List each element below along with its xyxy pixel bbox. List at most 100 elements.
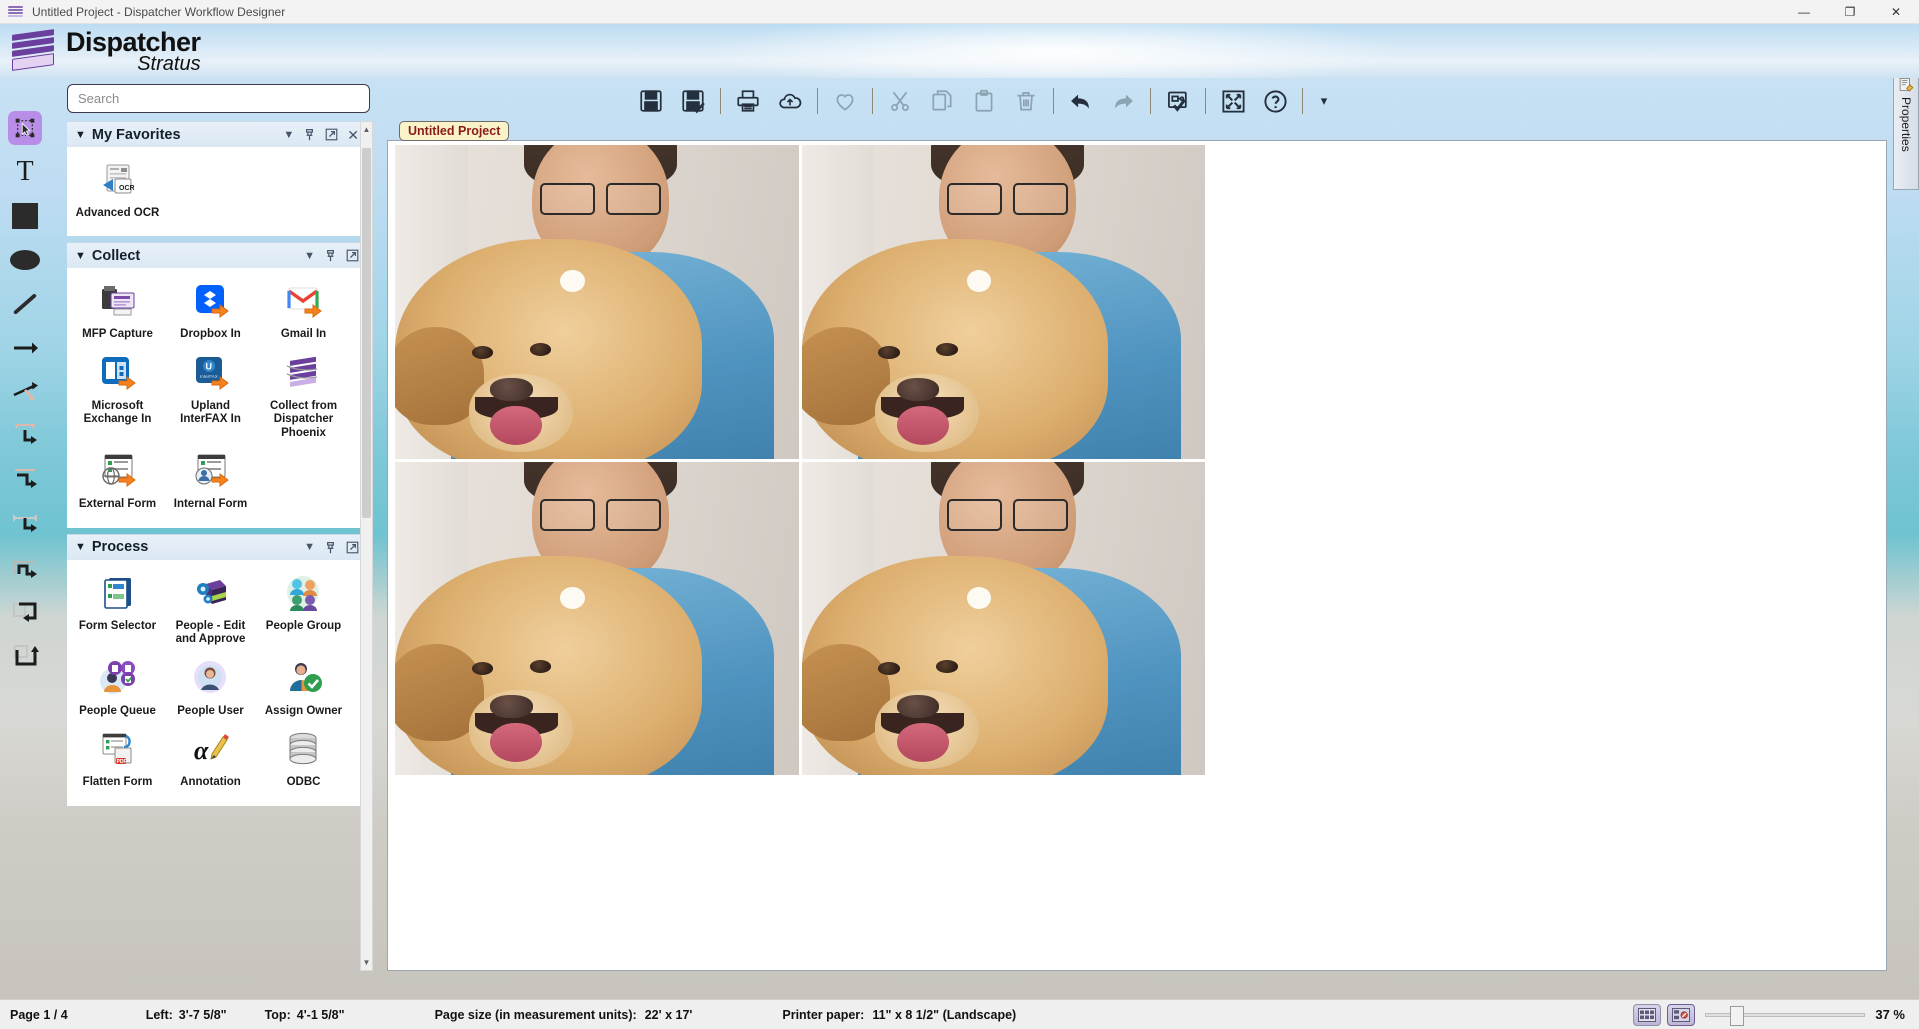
loop-connector-1-tool[interactable] <box>4 590 46 634</box>
pin-icon[interactable] <box>324 249 337 262</box>
palette-item[interactable]: Assign Owner <box>257 653 350 724</box>
palette-group-header[interactable]: ▼ Collect ▼ <box>67 242 367 269</box>
palette-item-icon-wrap <box>97 450 139 492</box>
palette-item[interactable]: Internal Form <box>164 446 257 517</box>
palette-item-icon-wrap <box>190 572 232 614</box>
group-collapse-caret[interactable]: ▼ <box>304 250 315 262</box>
group-expand-triangle[interactable]: ▼ <box>75 250 86 262</box>
zoom-slider-knob[interactable] <box>1730 1005 1745 1026</box>
palette-item[interactable]: Collect from Dispatcher Phoenix <box>257 348 350 446</box>
brand-logo: Dispatcher Stratus <box>0 24 1919 78</box>
straight-connector-tool[interactable] <box>4 326 46 370</box>
loop-connector-2-tool[interactable] <box>4 634 46 678</box>
redo-icon[interactable] <box>1102 82 1144 120</box>
palette-item-label: Form Selector <box>78 619 157 632</box>
branch-connector-tool[interactable] <box>4 370 46 414</box>
elbow-connector-1-tool[interactable] <box>4 414 46 458</box>
palette-scrollbar[interactable]: ▲ ▼ <box>360 121 373 971</box>
pin-icon[interactable] <box>303 128 316 141</box>
popout-icon[interactable] <box>346 249 359 262</box>
internal-form-icon <box>195 454 229 488</box>
line-tool[interactable] <box>4 282 46 326</box>
palette-item[interactable]: α Annotation <box>164 724 257 795</box>
project-tab[interactable]: Untitled Project <box>399 121 510 141</box>
palette-scroll-up[interactable]: ▲ <box>361 122 372 137</box>
delete-icon[interactable] <box>1005 82 1047 120</box>
page-thumb-2[interactable] <box>801 145 1205 459</box>
group-collapse-caret[interactable]: ▼ <box>304 541 315 553</box>
palette-item[interactable]: MFP Capture <box>71 276 164 347</box>
favorite-heart-icon[interactable] <box>824 82 866 120</box>
maximize-button[interactable]: ❐ <box>1827 0 1873 24</box>
cut-icon[interactable] <box>879 82 921 120</box>
ellipse-icon <box>10 250 40 270</box>
toolbar-overflow-caret[interactable]: ▾ <box>1309 86 1339 116</box>
paste-icon[interactable] <box>963 82 1005 120</box>
page-thumb-3[interactable] <box>395 461 799 775</box>
fit-to-screen-icon[interactable] <box>1212 82 1254 120</box>
rectangle-tool[interactable] <box>4 194 46 238</box>
upland-interfax-in-icon: U InterFAX <box>195 356 229 390</box>
page-thumb-4[interactable] <box>801 461 1205 775</box>
help-icon[interactable] <box>1254 82 1296 120</box>
zoom-slider[interactable] <box>1705 1005 1866 1026</box>
palette-scroll-down[interactable]: ▼ <box>361 955 372 970</box>
popout-icon[interactable] <box>346 541 359 554</box>
close-button[interactable]: ✕ <box>1873 0 1919 24</box>
palette-item[interactable]: ODBC <box>257 724 350 795</box>
loop2-icon <box>14 645 39 666</box>
palette-group-header[interactable]: ▼ My Favorites ▼ ✕ <box>67 121 367 147</box>
grid-view-button[interactable] <box>1633 1003 1662 1026</box>
status-left-value: 3'-7 5/8" <box>178 1007 227 1022</box>
validate-icon[interactable] <box>1157 82 1199 120</box>
palette-item[interactable]: Form Selector <box>71 568 164 653</box>
palette-item[interactable]: PDF Flatten Form <box>71 724 164 795</box>
palette-item[interactable]: People User <box>164 653 257 724</box>
page-view-button[interactable] <box>1667 1003 1696 1026</box>
palette-item[interactable]: OCR Advanced OCR <box>71 155 164 226</box>
ellipse-tool[interactable] <box>4 238 46 282</box>
search-input[interactable] <box>78 91 359 106</box>
dropbox-in-icon <box>195 285 229 319</box>
palette-item[interactable]: Dropbox In <box>164 276 257 347</box>
print-icon[interactable] <box>727 82 769 120</box>
palette-item-icon-wrap <box>190 450 232 492</box>
palette-item-icon-wrap <box>283 728 325 770</box>
palette-item[interactable]: Microsoft Exchange In <box>71 348 164 446</box>
palette-item[interactable]: External Form <box>71 446 164 517</box>
page-thumb-1[interactable] <box>395 145 799 459</box>
palette-group-header[interactable]: ▼ Process ▼ <box>67 533 367 560</box>
copy-icon[interactable] <box>921 82 963 120</box>
save-as-icon[interactable] <box>672 82 714 120</box>
elbow2-icon <box>15 469 37 488</box>
publish-cloud-icon[interactable] <box>769 82 811 120</box>
palette-item-label: ODBC <box>286 776 321 789</box>
popout-icon[interactable] <box>325 128 338 141</box>
palette-item[interactable]: People Group <box>257 568 350 653</box>
minimize-button[interactable]: — <box>1781 0 1827 24</box>
group-expand-triangle[interactable]: ▼ <box>75 129 86 141</box>
workflow-canvas[interactable] <box>387 140 1887 971</box>
microsoft-exchange-in-icon <box>101 356 136 390</box>
palette-item[interactable]: U InterFAX Upland InterFAX In <box>164 348 257 446</box>
palette-item[interactable]: Gmail In <box>257 276 350 347</box>
branch-icon <box>13 382 38 400</box>
palette-item[interactable]: People - Edit and Approve <box>164 568 257 653</box>
palette-item-label: Internal Form <box>173 498 248 511</box>
palette-item-icon-wrap <box>97 572 139 614</box>
search-box[interactable] <box>67 84 370 113</box>
group-collapse-caret[interactable]: ▼ <box>283 129 294 141</box>
pin-icon[interactable] <box>324 541 337 554</box>
group-expand-triangle[interactable]: ▼ <box>75 541 86 553</box>
elbow-connector-4-tool[interactable] <box>4 546 46 590</box>
close-icon[interactable]: ✕ <box>347 128 359 142</box>
undo-icon[interactable] <box>1060 82 1102 120</box>
save-icon[interactable] <box>630 82 672 120</box>
elbow-connector-3-tool[interactable] <box>4 502 46 546</box>
palette-scroll-thumb[interactable] <box>362 148 371 518</box>
palette-item[interactable]: People Queue <box>71 653 164 724</box>
palette-item-icon-wrap <box>283 280 325 322</box>
text-tool[interactable]: T <box>4 150 46 194</box>
elbow-connector-2-tool[interactable] <box>4 458 46 502</box>
status-page-size-value: 22' x 17' <box>644 1007 693 1022</box>
